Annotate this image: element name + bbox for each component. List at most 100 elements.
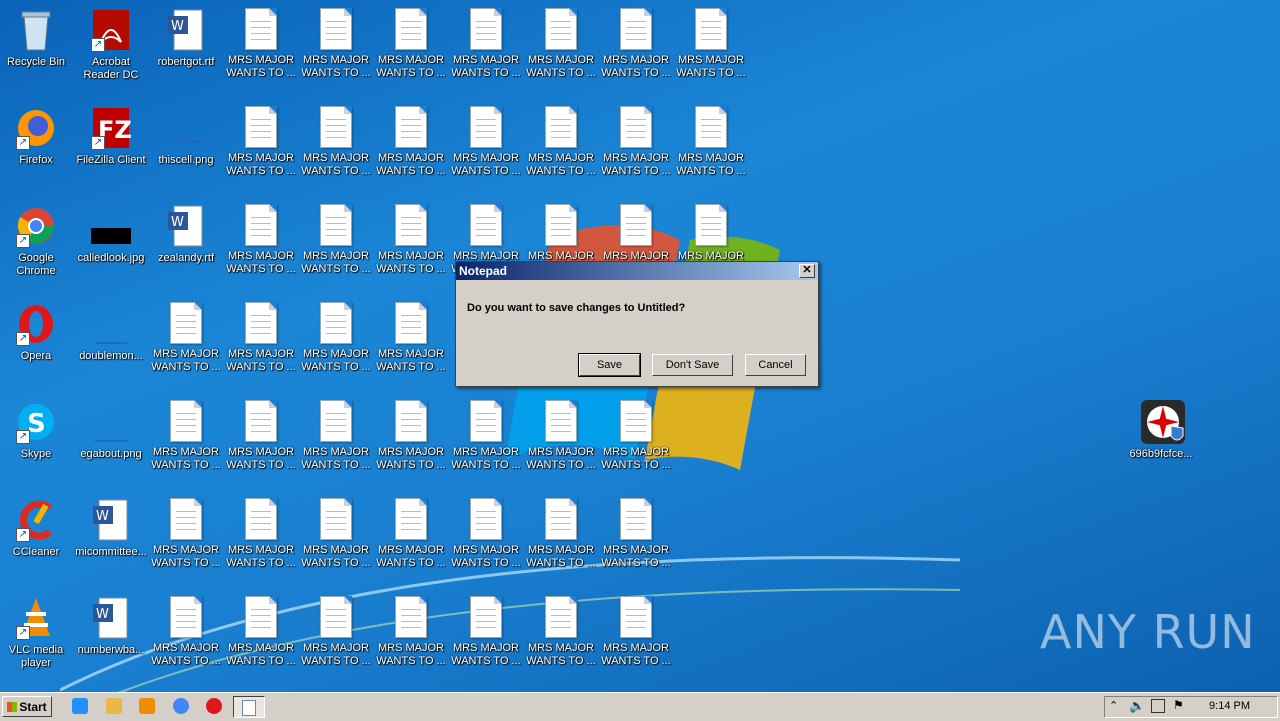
desktop-icon-mrs-major[interactable]: MRS MAJOR WANTS TO ... [150, 394, 222, 486]
desktop-icon-mrs-major[interactable]: MRS MAJOR WANTS TO ... [450, 2, 522, 94]
folder-icon[interactable] [106, 698, 122, 714]
desktop-icon-thiscell[interactable]: thiscell.png [150, 100, 222, 192]
desktop-icon-filezilla[interactable]: FZ ↗ FileZilla Client [75, 100, 147, 192]
text-file-icon [395, 204, 427, 246]
desktop-icon-mrs-major[interactable]: MRS MAJOR WANTS TO ... [525, 492, 597, 584]
desktop-icon-mrs-major[interactable]: MRS MAJOR WANTS TO ... [150, 492, 222, 584]
desktop-icon-mrs-major[interactable]: MRS MAJOR WANTS TO ... [300, 100, 372, 192]
desktop-icon-label: MRS MAJOR WANTS TO ... [451, 54, 521, 79]
desktop-icon-mrs-major[interactable]: MRS MAJOR WANTS TO ... [375, 492, 447, 584]
desktop-icon-calledlook[interactable]: calledlook.jpg [75, 198, 147, 290]
opera-icon[interactable] [206, 698, 222, 714]
desktop-icon-mrs-major[interactable]: MRS MAJOR WANTS TO ... [300, 590, 372, 682]
desktop-icon-mrs-major[interactable]: MRS MAJOR WANTS TO ... [375, 100, 447, 192]
desktop-icon-mrs-major[interactable]: MRS MAJOR WANTS TO ... [675, 100, 747, 192]
desktop-icon-mrs-major[interactable]: MRS MAJOR WANTS TO ... [525, 394, 597, 486]
desktop-icon-mrs-major[interactable]: MRS MAJOR WANTS TO ... [600, 590, 672, 682]
internet-explorer-icon[interactable] [72, 698, 88, 714]
chrome-icon[interactable] [173, 698, 189, 714]
desktop-icon-mrs-major[interactable]: MRS MAJOR WANTS TO ... [225, 492, 297, 584]
desktop-icon-mrs-major[interactable]: MRS MAJOR WANTS TO ... [450, 590, 522, 682]
system-tray: ⌃ 🔈 ⚑ [1104, 696, 1278, 718]
desktop-icon-mrs-major[interactable]: MRS MAJOR WANTS TO ... [675, 2, 747, 94]
desktop-icon-mrs-major[interactable]: MRS MAJOR WANTS TO ... [225, 198, 297, 290]
desktop-icon-mrs-major[interactable]: MRS MAJOR WANTS TO ... [375, 590, 447, 682]
desktop-icon-696b9fcfce[interactable]: 696b9fcfce... [1125, 394, 1197, 486]
volume-icon[interactable]: 🔈 [1129, 698, 1145, 714]
desktop-icon-label: MRS MAJOR WANTS TO ... [526, 642, 596, 667]
desktop-icon-vlc[interactable]: ↗ VLC media player [0, 590, 72, 682]
desktop-icon-zealandy[interactable]: W zealandy.rtf [150, 198, 222, 290]
desktop-icon-mrs-major[interactable]: MRS MAJOR WANTS TO ... [300, 198, 372, 290]
desktop-icon-mrs-major[interactable]: MRS MAJOR WANTS TO ... [450, 394, 522, 486]
desktop-icon-mrs-major[interactable]: MRS MAJOR WANTS TO ... [225, 100, 297, 192]
desktop-icon-mrs-major[interactable]: MRS MAJOR WANTS TO ... [600, 492, 672, 584]
desktop-icon-label: MRS MAJOR WANTS TO ... [376, 152, 446, 177]
desktop-icon-opera[interactable]: ↗ Opera [0, 296, 72, 388]
desktop-icon-mrs-major[interactable]: MRS MAJOR WANTS TO ... [450, 100, 522, 192]
dialog-titlebar[interactable]: Notepad ✕ [456, 262, 818, 280]
clock[interactable]: 9:14 PM [1209, 696, 1250, 716]
text-file-icon [320, 596, 352, 638]
desktop-icon-mrs-major[interactable]: MRS MAJOR WANTS TO ... [150, 296, 222, 388]
desktop-icon-ccleaner[interactable]: ↗ CCleaner [0, 492, 72, 584]
start-button[interactable]: Start [2, 696, 52, 717]
text-file-icon [545, 596, 577, 638]
media-player-icon[interactable] [139, 698, 155, 714]
desktop-icon-mrs-major[interactable]: MRS MAJOR WANTS TO ... [225, 296, 297, 388]
desktop-icon-mrs-major[interactable]: MRS MAJOR WANTS TO ... [300, 296, 372, 388]
close-icon[interactable]: ✕ [799, 264, 815, 278]
desktop-icon-label: MRS MAJOR WANTS TO ... [226, 250, 296, 275]
anyrun-watermark: ANY RUN [1040, 605, 1256, 659]
desktop-icon-label: MRS MAJOR WANTS TO ... [151, 446, 221, 471]
dont-save-button[interactable]: Don't Save [652, 354, 733, 376]
network-icon[interactable] [1151, 699, 1165, 713]
desktop-icon-chrome[interactable]: ↗ Google Chrome [0, 198, 72, 290]
tray-expand-icon[interactable]: ⌃ [1109, 699, 1118, 712]
desktop-icon-mrs-major[interactable]: MRS MAJOR WANTS TO ... [225, 2, 297, 94]
text-file-icon [395, 8, 427, 50]
desktop-icon-skype[interactable]: S ↗ Skype [0, 394, 72, 486]
desktop-icon-firefox[interactable]: ↗ Firefox [0, 100, 72, 192]
desktop-icon-label: MRS MAJOR WANTS TO ... [451, 544, 521, 569]
desktop-icon-mrs-major[interactable]: MRS MAJOR WANTS TO ... [600, 100, 672, 192]
firefox-icon: ↗ [16, 106, 56, 150]
desktop-icon-mrs-major[interactable]: MRS MAJOR WANTS TO ... [300, 2, 372, 94]
desktop-icon-label: MRS MAJOR WANTS TO ... [226, 152, 296, 177]
desktop-icon-egabout[interactable]: egabout.png [75, 394, 147, 486]
desktop-icon-mrs-major[interactable]: MRS MAJOR WANTS TO ... [600, 394, 672, 486]
desktop-icon-label: Google Chrome [16, 252, 56, 277]
desktop-icon-mrs-major[interactable]: MRS MAJOR WANTS TO ... [375, 394, 447, 486]
desktop-icon-mrs-major[interactable]: MRS MAJOR WANTS TO ... [150, 590, 222, 682]
desktop-icon-mrs-major[interactable]: MRS MAJOR WANTS TO ... [225, 394, 297, 486]
text-file-icon [245, 106, 277, 148]
desktop-icon-mrs-major[interactable]: MRS MAJOR WANTS TO ... [525, 100, 597, 192]
save-button[interactable]: Save [578, 353, 641, 377]
desktop-icon-mrs-major[interactable]: MRS MAJOR WANTS TO ... [450, 492, 522, 584]
desktop-icon-label: doublemon... [79, 350, 143, 362]
desktop-icon-mrs-major[interactable]: MRS MAJOR WANTS TO ... [300, 492, 372, 584]
desktop-icon-label: MRS MAJOR WANTS TO ... [376, 250, 446, 275]
desktop-icon-mrs-major[interactable]: MRS MAJOR WANTS TO ... [375, 198, 447, 290]
desktop-icon-numberwba[interactable]: W numberwba... [75, 590, 147, 682]
desktop-icon-acrobat[interactable]: ↗ Acrobat Reader DC [75, 2, 147, 94]
taskbar: Start ⌃ 🔈 ⚑ 9:14 PM [0, 692, 1280, 721]
text-file-icon [320, 106, 352, 148]
desktop-icon-micommittee[interactable]: W micommittee... [75, 492, 147, 584]
desktop-icon-mrs-major[interactable]: MRS MAJOR WANTS TO ... [525, 590, 597, 682]
filezilla-icon: FZ ↗ [91, 106, 132, 150]
taskbar-notepad-button[interactable] [233, 696, 265, 718]
desktop-icon-robertgot[interactable]: W robertgot.rtf [150, 2, 222, 94]
desktop-icon-mrs-major[interactable]: MRS MAJOR WANTS TO ... [375, 2, 447, 94]
cancel-button[interactable]: Cancel [745, 354, 806, 376]
desktop-icon-mrs-major[interactable]: MRS MAJOR WANTS TO ... [600, 2, 672, 94]
desktop-icon-mrs-major[interactable]: MRS MAJOR WANTS TO ... [525, 2, 597, 94]
desktop-icon-mrs-major[interactable]: MRS MAJOR WANTS TO ... [225, 590, 297, 682]
svg-text:W: W [96, 509, 109, 524]
desktop-icon-doublemon[interactable]: doublemon... [75, 296, 147, 388]
desktop-icon-mrs-major[interactable]: MRS MAJOR WANTS TO ... [375, 296, 447, 388]
desktop-icon-recycle-bin[interactable]: Recycle Bin [0, 2, 72, 94]
desktop-icon-label: MRS MAJOR WANTS TO ... [301, 348, 371, 373]
desktop-icon-mrs-major[interactable]: MRS MAJOR WANTS TO ... [300, 394, 372, 486]
action-center-flag-icon[interactable]: ⚑ [1173, 698, 1184, 712]
